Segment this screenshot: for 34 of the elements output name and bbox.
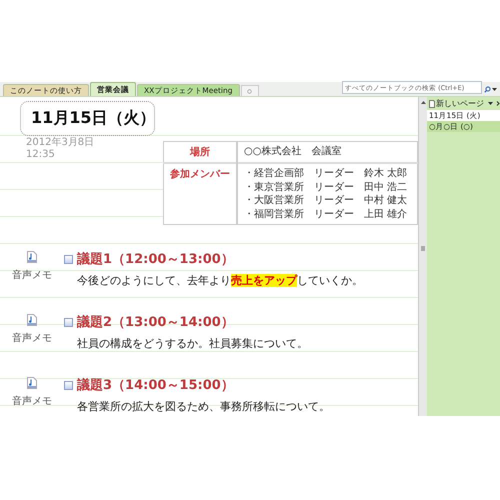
row-label: 場所 [164,142,237,163]
table-cell-line: ・東京営業所 リーダー 田中 浩二 [244,180,408,194]
audio-file-icon[interactable] [27,377,37,389]
scroll-up-icon[interactable] [420,99,427,106]
page-icon [429,100,435,108]
agenda-heading: 議題1（12:00～13:00） [77,250,234,268]
audio-file-icon[interactable] [27,314,37,326]
table-cell-line: ・大阪営業所 リーダー 中村 健太 [244,194,408,208]
audio-label: 音声メモ [12,394,52,408]
page-date: 2012年3月8日 [25,138,96,148]
agenda-text: 各営業所の拡大を図るため、事務所移転について。 [77,399,331,414]
circle-icon [247,88,252,94]
caret-icon[interactable] [492,88,497,92]
search-icon[interactable] [484,86,491,93]
agenda-heading: 議題2（13:00～14:00） [77,314,234,331]
checkbox[interactable] [64,380,73,390]
table-cell-line: ・経営企画部 リーダー 鈴木 太郎 [244,167,408,180]
page-time: 12:35 [25,150,56,160]
agenda-heading: 議題3（14:00～15:00） [77,376,234,394]
checkbox[interactable] [64,318,73,326]
checkbox[interactable] [64,254,73,264]
table-cell-line: ・福岡営業所 リーダー 上田 雄介 [244,208,408,221]
row-label: 参加メンバー [164,163,237,224]
scroll-thumb-icon[interactable] [421,246,426,251]
table-cell-line: ○○株式会社 会議室 [244,145,342,158]
new-page-button[interactable]: 新しいページ [436,98,484,109]
audio-label: 音声メモ [12,332,52,345]
page-title[interactable]: 11月15日（火） [20,101,155,136]
audio-file-icon[interactable] [27,251,37,263]
caret-icon[interactable] [488,102,493,106]
chevron-icon[interactable] [496,101,500,106]
agenda-text: 今後どのようにして、去年より売上をアップしていくか。 [77,273,364,288]
agenda-text: 社員の構成をどうするか。社員募集について。 [77,336,309,351]
audio-label: 音声メモ [12,268,52,282]
